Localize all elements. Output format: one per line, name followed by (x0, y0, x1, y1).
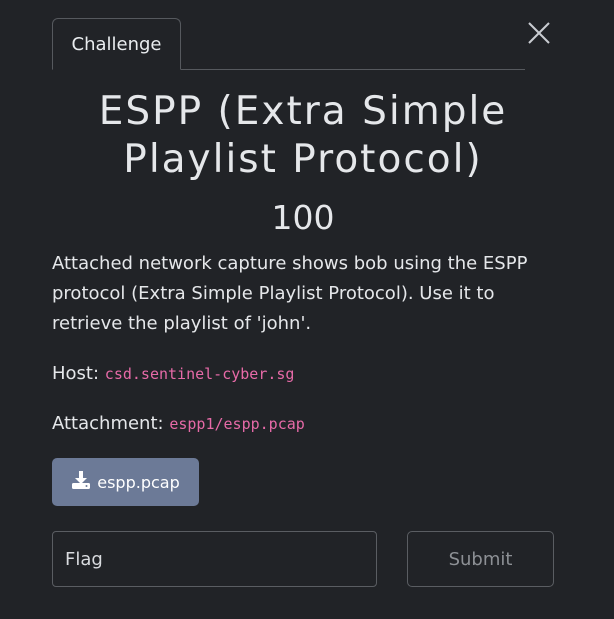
close-icon[interactable] (526, 20, 552, 46)
tab-bar: Challenge (52, 18, 525, 70)
host-line: Host: csd.sentinel-cyber.sg (52, 359, 294, 389)
attachment-line: Attachment: espp1/espp.pcap (52, 409, 305, 439)
download-label: espp.pcap (97, 472, 180, 492)
host-label: Host: (52, 363, 100, 384)
tab-challenge[interactable]: Challenge (52, 18, 181, 70)
submit-button[interactable]: Submit (407, 531, 554, 587)
attachment-label: Attachment: (52, 413, 164, 434)
attachment-value: espp1/espp.pcap (169, 415, 305, 433)
challenge-points: 100 (271, 198, 335, 237)
host-value: csd.sentinel-cyber.sg (104, 365, 295, 383)
tab-label: Challenge (71, 33, 162, 55)
download-button[interactable]: espp.pcap (52, 458, 199, 506)
download-icon (71, 470, 91, 494)
flag-input[interactable] (52, 531, 377, 587)
challenge-description: Attached network capture shows bob using… (52, 253, 528, 334)
challenge-modal: Challenge ESPP (Extra Simple Playlist Pr… (0, 0, 614, 619)
challenge-title: ESPP (Extra Simple Playlist Protocol) (98, 89, 508, 182)
